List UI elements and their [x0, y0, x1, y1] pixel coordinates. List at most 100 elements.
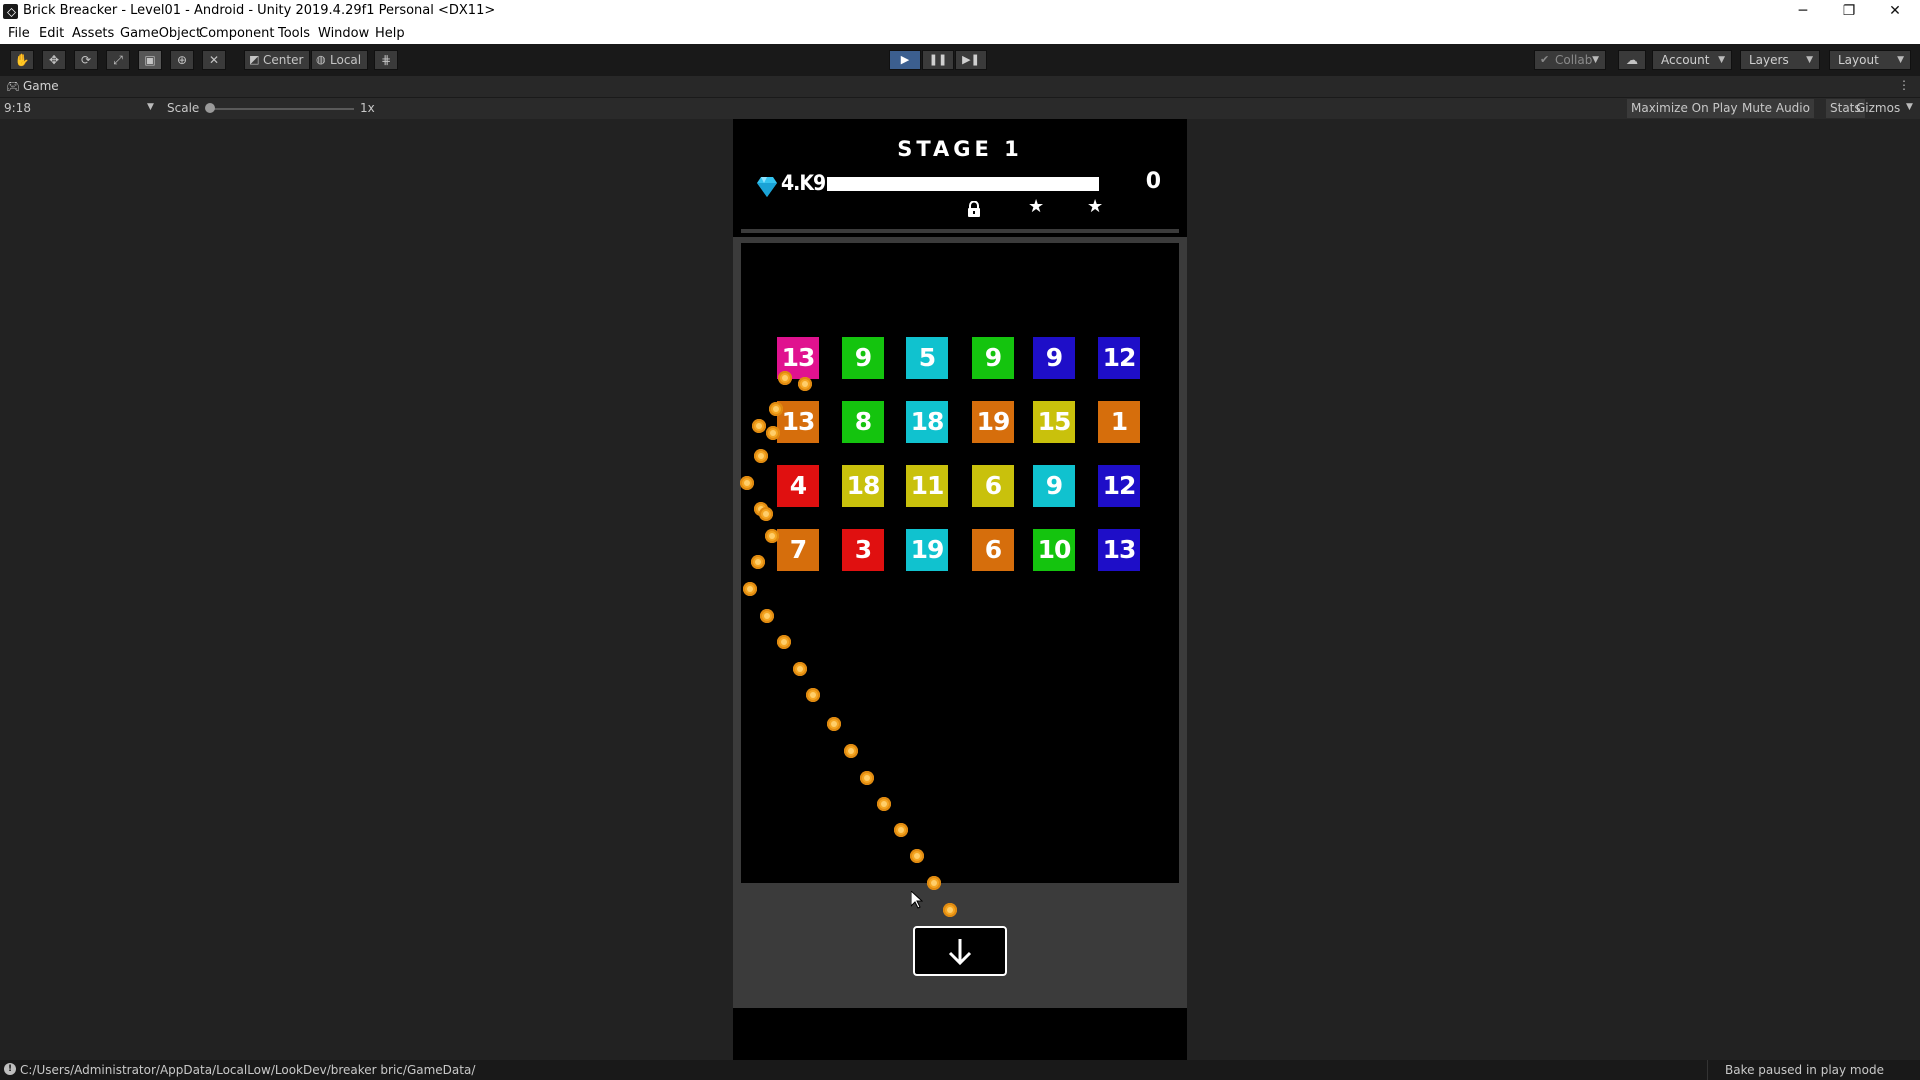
pause-button[interactable]: ❚❚ [922, 50, 954, 70]
grid-snap-button[interactable]: ⋕ [374, 50, 398, 70]
menu-assets[interactable]: Assets [72, 26, 114, 41]
rect-tool-button[interactable]: ▣ [138, 50, 162, 70]
brick: 12 [1098, 465, 1140, 507]
local-rotation-icon: ◍ [316, 53, 326, 66]
account-label: Account [1661, 53, 1710, 67]
ball [943, 903, 957, 917]
gamepad-icon: 🎮︎ [6, 80, 20, 93]
rotate-icon: ⟳ [80, 53, 92, 67]
brick: 15 [1033, 401, 1075, 443]
more-options-icon[interactable]: ⋮ [1898, 78, 1910, 92]
account-dropdown[interactable]: Account ▼ [1652, 50, 1732, 70]
close-button[interactable]: ✕ [1872, 0, 1918, 24]
ball [769, 402, 783, 416]
pivot-center-icon: ◩ [249, 53, 260, 66]
scale-slider-thumb[interactable] [205, 103, 215, 113]
layout-label: Layout [1838, 53, 1879, 67]
ball [806, 688, 820, 702]
play-button[interactable]: ▶ [889, 50, 921, 70]
mouse-cursor-icon [911, 891, 923, 909]
hand-icon: ✋ [14, 53, 30, 67]
ball [754, 449, 768, 463]
collab-label: Collab [1555, 53, 1593, 67]
aspect-ratio-dropdown[interactable]: 9:18 [4, 101, 31, 115]
scale-tool-button[interactable]: ⤢ [106, 50, 130, 70]
menu-help[interactable]: Help [375, 26, 405, 41]
brick: 9 [972, 337, 1014, 379]
stage-title: STAGE 1 [897, 137, 1023, 161]
maximize-on-play-toggle[interactable]: Maximize On Play [1627, 99, 1742, 118]
menu-component[interactable]: Component [199, 26, 274, 41]
ball [759, 507, 773, 521]
collab-dropdown[interactable]: ✔ Collab ▼ [1534, 50, 1606, 70]
rotate-tool-button[interactable]: ⟳ [74, 50, 98, 70]
ball [765, 529, 779, 543]
ball [827, 717, 841, 731]
hand-tool-button[interactable]: ✋ [10, 50, 34, 70]
pivot-mode-toggle[interactable]: ◩ Center [244, 50, 311, 70]
ball [798, 377, 812, 391]
step-button[interactable]: ▶❚ [955, 50, 987, 70]
unity-logo-icon [3, 4, 18, 19]
menu-edit[interactable]: Edit [39, 26, 64, 41]
chevron-down-icon[interactable]: ▼ [147, 102, 154, 112]
menu-tools[interactable]: Tools [278, 26, 310, 41]
star-icon: ★ [1028, 196, 1045, 217]
main-toolbar: ✋ ✥ ⟳ ⤢ ▣ ⊕ ✕ ◩ Center ◍ Local ⋕ ▶ ❚❚ ▶❚… [0, 44, 1920, 76]
ball [860, 771, 874, 785]
brick: 9 [1033, 337, 1075, 379]
transform-tool-button[interactable]: ⊕ [170, 50, 194, 70]
menu-gameobject[interactable]: GameObject [120, 26, 201, 41]
brick: 13 [777, 401, 819, 443]
menu-window[interactable]: Window [318, 26, 369, 41]
mute-audio-toggle[interactable]: Mute Audio [1738, 99, 1814, 118]
transform-icon: ⊕ [176, 53, 188, 67]
brick: 3 [842, 529, 884, 571]
gems-count: 4.K9 [781, 171, 826, 195]
stage-progress-bar [827, 177, 1099, 191]
brick: 11 [906, 465, 948, 507]
pivot-rotation-label: Local [330, 53, 362, 67]
play-field[interactable]: 13 9 5 9 9 12 13 8 18 19 15 1 4 18 11 6 9 12 7 3 19 6 10 13 [740, 243, 1179, 917]
brick: 6 [972, 465, 1014, 507]
pause-icon: ❚❚ [928, 53, 948, 66]
ball [743, 582, 757, 596]
drop-balls-button[interactable] [913, 926, 1007, 976]
scale-slider[interactable] [210, 108, 354, 110]
chevron-down-icon: ▼ [1806, 55, 1813, 65]
brick: 4 [777, 465, 819, 507]
gizmos-toggle[interactable]: Gizmos [1852, 99, 1904, 118]
collab-check-icon: ✔ [1540, 53, 1550, 66]
layers-label: Layers [1749, 53, 1789, 67]
restore-button[interactable]: ❐ [1826, 0, 1872, 24]
rect-icon: ▣ [144, 53, 156, 67]
tab-game[interactable]: 🎮︎ Game [6, 79, 59, 93]
menu-file[interactable]: File [8, 26, 30, 41]
chevron-down-icon[interactable]: ▼ [1906, 102, 1913, 112]
layers-dropdown[interactable]: Layers ▼ [1740, 50, 1820, 70]
minimize-button[interactable]: ─ [1780, 0, 1826, 24]
ball [910, 849, 924, 863]
ball [894, 823, 908, 837]
ball [793, 662, 807, 676]
pivot-rotation-toggle[interactable]: ◍ Local [311, 50, 369, 70]
status-message[interactable]: C:/Users/Administrator/AppData/LocalLow/… [20, 1063, 475, 1077]
step-icon: ▶❚ [962, 53, 980, 66]
brick: 12 [1098, 337, 1140, 379]
brick: 10 [1033, 529, 1075, 571]
bake-status[interactable]: Bake paused in play mode [1707, 1060, 1920, 1080]
move-icon: ✥ [48, 53, 60, 67]
ball [760, 609, 774, 623]
ball [740, 476, 754, 490]
play-icon: ▶ [900, 53, 910, 66]
scale-label: Scale [167, 101, 200, 115]
brick: 19 [972, 401, 1014, 443]
cloud-button[interactable]: ☁ [1618, 50, 1646, 70]
move-tool-button[interactable]: ✥ [42, 50, 66, 70]
ball [752, 419, 766, 433]
chevron-down-icon: ▼ [1718, 55, 1725, 65]
custom-tool-button[interactable]: ✕ [202, 50, 226, 70]
layout-dropdown[interactable]: Layout ▼ [1829, 50, 1911, 70]
brick: 9 [842, 337, 884, 379]
brick: 18 [842, 465, 884, 507]
